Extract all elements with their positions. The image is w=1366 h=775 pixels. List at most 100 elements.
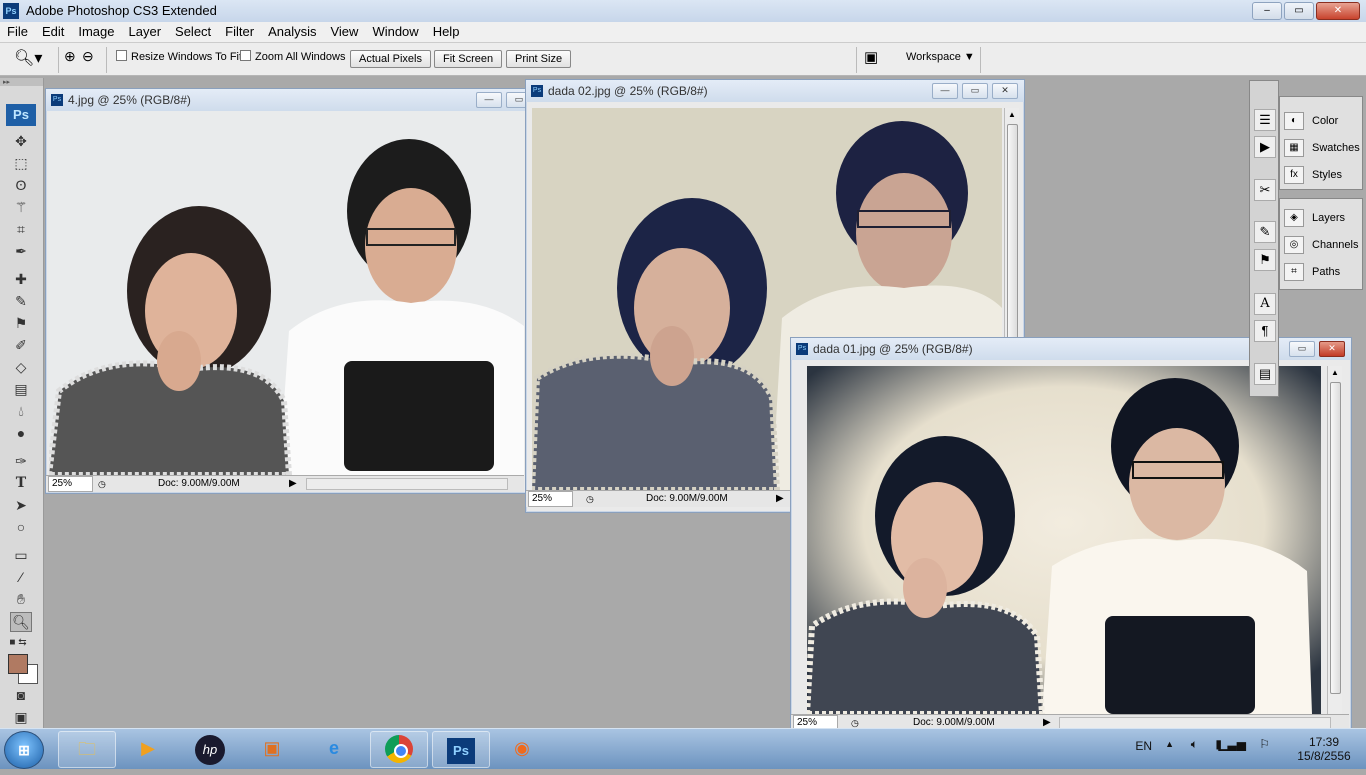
magic-wand-icon[interactable]: ⚚ — [11, 198, 31, 216]
menu-edit[interactable]: Edit — [35, 22, 71, 42]
path-selection-icon[interactable]: ➤ — [11, 496, 31, 514]
character-icon[interactable]: A — [1254, 293, 1276, 315]
eyedropper-tool-icon[interactable]: ✒ — [11, 242, 31, 260]
dodge-tool-icon[interactable]: ● — [11, 424, 31, 442]
menu-view[interactable]: View — [323, 22, 365, 42]
panel-styles[interactable]: fx Styles — [1284, 163, 1360, 187]
panel-color[interactable]: ◐ Color — [1284, 109, 1360, 133]
media-player-icon[interactable]: ▶ — [120, 731, 176, 766]
menu-analysis[interactable]: Analysis — [261, 22, 323, 42]
zoom-tool-preset-icon[interactable]: 🔍︎▾ — [14, 48, 42, 68]
scroll-thumb[interactable] — [1330, 382, 1341, 694]
document-window-4jpg[interactable]: Ps 4.jpg @ 25% (RGB/8#) — ▭ 25% ◷ Doc: 9… — [45, 88, 532, 494]
panel-swatches[interactable]: ▦ Swatches — [1284, 136, 1360, 160]
zoom-in-icon[interactable]: ⊕ — [64, 48, 76, 65]
start-button[interactable]: ⊞ — [4, 731, 44, 769]
panel-channels[interactable]: ◎ Channels — [1284, 233, 1360, 257]
menu-filter[interactable]: Filter — [218, 22, 261, 42]
menu-layer[interactable]: Layer — [122, 22, 169, 42]
doc-close-button[interactable]: ✕ — [992, 83, 1018, 99]
show-hidden-icons[interactable]: ▲ — [1165, 739, 1174, 749]
panel-paths[interactable]: ⌗ Paths — [1284, 260, 1360, 284]
doc-maximize-button[interactable]: ▭ — [1289, 341, 1315, 357]
hp-icon[interactable]: hp — [182, 731, 238, 766]
internet-explorer-icon[interactable]: e — [306, 731, 362, 766]
horizontal-scrollbar[interactable] — [306, 478, 508, 490]
language-indicator[interactable]: EN — [1135, 739, 1152, 753]
network-signal-icon[interactable]: ▁▃▅ — [1218, 737, 1246, 751]
doc-minimize-button[interactable]: — — [476, 92, 502, 108]
status-arrow-icon[interactable]: ▶ — [776, 491, 784, 507]
document-title-bar[interactable]: Ps 4.jpg @ 25% (RGB/8#) — ▭ — [46, 89, 532, 111]
eyedropper-icon[interactable]: ⁄ — [11, 568, 31, 586]
brushes-icon[interactable]: ✎ — [1254, 221, 1276, 243]
document-title-bar[interactable]: Ps dada 02.jpg @ 25% (RGB/8#) — ▭ ✕ — [526, 80, 1024, 102]
maximize-button[interactable]: ▭ — [1284, 2, 1314, 20]
scroll-up-icon[interactable]: ▲ — [1008, 110, 1016, 119]
workspace-menu[interactable]: Workspace ▼ — [906, 51, 975, 63]
chrome-icon[interactable] — [370, 731, 428, 768]
volume-icon[interactable]: 🔈︎ — [1191, 737, 1198, 752]
document-image-4jpg[interactable] — [49, 111, 524, 475]
bridge-icon[interactable]: ▣ — [864, 48, 878, 66]
print-size-button[interactable]: Print Size — [506, 50, 572, 68]
menu-select[interactable]: Select — [168, 22, 218, 42]
blur-tool-icon[interactable]: 💧︎ — [11, 402, 31, 420]
menu-image[interactable]: Image — [71, 22, 121, 42]
doc-maximize-button[interactable]: ▭ — [962, 83, 988, 99]
photoshop-logo[interactable]: Ps — [6, 104, 36, 126]
paragraph-icon[interactable]: ¶ — [1254, 320, 1276, 342]
resize-windows-checkbox[interactable]: Resize Windows To Fit — [116, 50, 242, 63]
marquee-tool-icon[interactable]: ⬚ — [11, 154, 31, 172]
gradient-tool-icon[interactable]: ▤ — [11, 380, 31, 398]
photoshop-taskbar-icon[interactable]: Ps — [432, 731, 490, 768]
crop-tool-icon[interactable]: ⌗ — [11, 220, 31, 238]
network-tool-icon[interactable]: ▣ — [244, 731, 300, 766]
fit-screen-button[interactable]: Fit Screen — [434, 50, 503, 68]
eraser-tool-icon[interactable]: ◇ — [11, 358, 31, 376]
pen-tool-icon[interactable]: ✑ — [11, 452, 31, 470]
origin-icon[interactable]: ◉ — [494, 731, 550, 766]
zoom-level-field[interactable]: 25% — [528, 491, 573, 507]
hand-tool-icon[interactable]: ✋︎ — [11, 590, 31, 608]
quick-mask-icon[interactable]: ◙ — [11, 686, 31, 704]
menu-help[interactable]: Help — [426, 22, 467, 42]
info-icon[interactable]: ▤ — [1254, 363, 1276, 385]
actions-icon[interactable]: ▶ — [1254, 136, 1276, 158]
scroll-up-icon[interactable]: ▲ — [1331, 368, 1339, 377]
status-menu-icon[interactable]: ◷ — [98, 476, 106, 492]
document-image-dada01[interactable] — [807, 366, 1321, 714]
foreground-color-swatch[interactable] — [8, 654, 28, 674]
history-brush-icon[interactable]: ✐ — [11, 336, 31, 354]
move-tool-icon[interactable]: ✥ — [11, 132, 31, 150]
clone-source-icon[interactable]: ⚑ — [1254, 249, 1276, 271]
clone-stamp-icon[interactable]: ⚑ — [11, 314, 31, 332]
healing-brush-icon[interactable]: ✚ — [11, 270, 31, 288]
default-colors-icon[interactable]: ■ ⇆ — [8, 634, 28, 652]
minimize-button[interactable]: – — [1252, 2, 1282, 20]
navigator-icon[interactable]: ☰ — [1254, 109, 1276, 131]
notes-tool-icon[interactable]: ▭ — [11, 546, 31, 564]
action-center-icon[interactable]: ⚐ — [1259, 737, 1270, 751]
vertical-scrollbar[interactable]: ▲ — [1327, 366, 1342, 714]
doc-minimize-button[interactable]: — — [932, 83, 958, 99]
zoom-out-icon[interactable]: ⊖ — [82, 48, 94, 65]
zoom-all-windows-checkbox[interactable]: Zoom All Windows — [240, 50, 345, 63]
menu-file[interactable]: File — [0, 22, 35, 42]
actual-pixels-button[interactable]: Actual Pixels — [350, 50, 431, 68]
zoom-tool-icon[interactable]: 🔍︎ — [10, 612, 32, 632]
brush-tool-icon[interactable]: ✎ — [11, 292, 31, 310]
file-explorer-icon[interactable]: 🗀 — [58, 731, 116, 768]
zoom-level-field[interactable]: 25% — [48, 476, 93, 492]
close-button[interactable]: ✕ — [1316, 2, 1360, 20]
menu-window[interactable]: Window — [365, 22, 425, 42]
type-tool-icon[interactable]: T — [11, 474, 31, 492]
doc-close-button[interactable]: ✕ — [1319, 341, 1345, 357]
ellipse-tool-icon[interactable]: ○ — [11, 518, 31, 536]
screen-mode-icon[interactable]: ▣ — [11, 708, 31, 726]
toolbox-grip[interactable]: ▸▸ — [0, 78, 43, 86]
panel-layers[interactable]: ◈ Layers — [1284, 206, 1360, 230]
status-menu-icon[interactable]: ◷ — [586, 491, 594, 507]
tool-presets-icon[interactable]: ✂ — [1254, 179, 1276, 201]
clock[interactable]: 17:39 15/8/2556 — [1294, 735, 1354, 763]
